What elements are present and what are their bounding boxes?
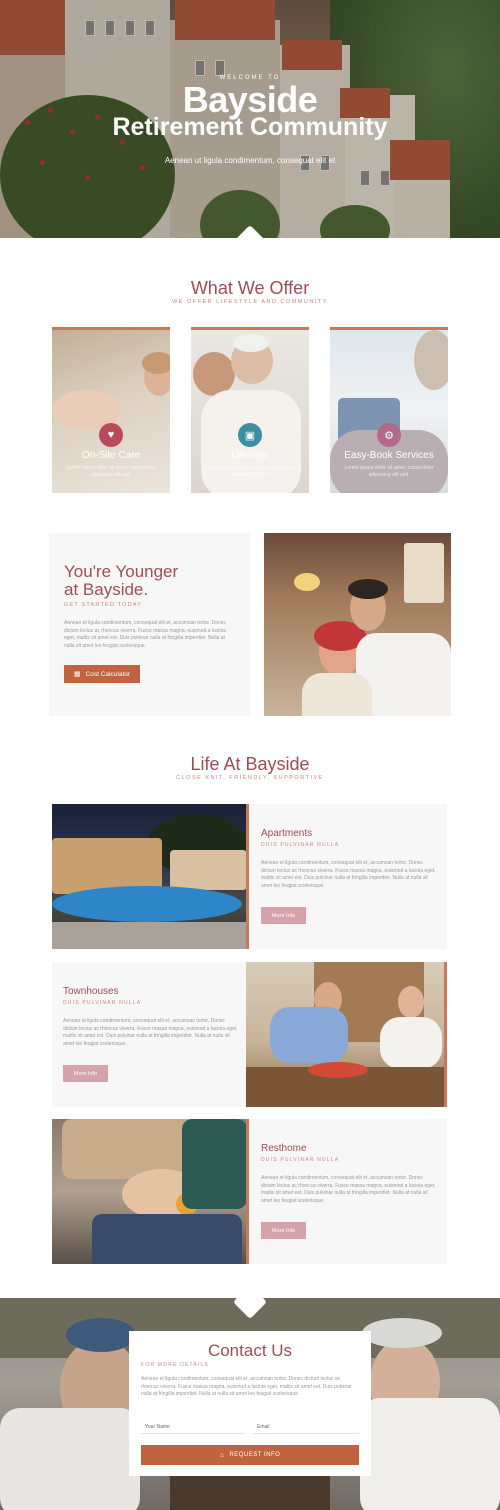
photo-jacket [182, 1119, 247, 1209]
apartments-title: Apartments [261, 828, 313, 839]
request-info-label: REQUEST INFO [229, 1452, 281, 1458]
photo-cap [66, 1318, 136, 1352]
card-label: Lifestyle [231, 450, 269, 461]
photo-chandelier [294, 573, 320, 591]
photo-deck [52, 922, 247, 949]
calculator-icon: ▦ [73, 671, 81, 678]
apartments-more-info-button[interactable]: More Info [261, 907, 306, 924]
offer-card-easy-book[interactable]: ⚙ Easy-Book Services Lorem ipsum dolor s… [330, 327, 448, 493]
younger-title-line2: at Bayside. [64, 580, 149, 599]
photo-woman-shirt [302, 673, 372, 716]
photo-man-shirt [270, 1007, 348, 1063]
townhouses-accent [444, 962, 447, 1107]
request-info-button[interactable]: ⌂ REQUEST INFO [141, 1445, 359, 1465]
younger-title-line1: You're Younger [64, 562, 179, 581]
photo-shirt-right [360, 1398, 500, 1510]
resthome-more-info-button[interactable]: More Info [261, 1222, 306, 1239]
photo-window [404, 543, 444, 603]
younger-photo [264, 533, 451, 716]
card-desc: Lorem ipsum dolor sit amet, consectetur … [205, 465, 295, 478]
photo-food [308, 1062, 368, 1078]
resthome-subtitle: DUIS PULVINAR NULLA [261, 1157, 340, 1163]
townhouses-photo [246, 962, 444, 1107]
townhouses-title: Townhouses [63, 986, 119, 997]
cost-calculator-label: Cost Calculator [85, 670, 131, 678]
photo-villa-right [170, 850, 247, 890]
photo-sweater [62, 1119, 202, 1179]
card-desc: Lorem ipsum dolor sit amet, consectetur … [66, 465, 156, 478]
photo-woman-shirt [380, 1017, 442, 1069]
apartments-body: Aenean et ligula condimentum, consequat … [261, 860, 436, 889]
contact-card: Contact Us FOR MORE DETAILS Aenean et li… [129, 1331, 371, 1476]
townhouses-body: Aenean et ligula condimentum, consequat … [63, 1018, 238, 1047]
hero-banner: WELCOME TO Bayside Retirement Community … [0, 0, 500, 238]
cost-calculator-button[interactable]: ▦ Cost Calculator [64, 665, 140, 683]
heartbeat-icon: ♥ [99, 423, 123, 447]
younger-body: Aenean et ligula condimentum, consequat … [64, 620, 227, 649]
photo-jeans [92, 1214, 242, 1264]
name-field-placeholder: Your Name [145, 1424, 170, 1430]
offer-subtitle: WE OFFER LIFESTYLE AND COMMUNITY [172, 299, 328, 305]
name-field[interactable]: Your Name [141, 1420, 245, 1434]
card-desc: Lorem ipsum dolor sit amet, consectetur … [344, 465, 434, 478]
photo-man-hair [348, 579, 388, 599]
life-title: Life At Bayside [190, 754, 310, 774]
photo-pool [52, 886, 242, 922]
contact-body: Aenean et ligula condimentum, consequat … [141, 1376, 352, 1397]
gear-icon: ⚙ [377, 423, 401, 447]
card-label: Easy-Book Services [344, 450, 434, 461]
younger-title: You're Younger at Bayside. [64, 563, 244, 599]
contact-subtitle: FOR MORE DETAILS [141, 1362, 210, 1368]
id-card-icon: ▣ [238, 423, 262, 447]
younger-subtitle: GET STARTED TODAY [64, 602, 143, 608]
life-subtitle: CLOSE KNIT, FRIENDLY, SUPPORTIVE [176, 775, 324, 781]
apartments-subtitle: DUIS PULVINAR NULLA [261, 842, 340, 848]
townhouses-subtitle: DUIS PULVINAR NULLA [63, 1000, 142, 1006]
card-label: On-Site Care [81, 450, 141, 461]
offer-card-onsite-care[interactable]: ♥ On-Site Care Lorem ipsum dolor sit ame… [52, 327, 170, 493]
hero-subtitle: Aenean ut ligula condimentum, consequat … [164, 156, 336, 165]
offer-title: What We Offer [190, 278, 310, 298]
apartments-photo [52, 804, 247, 949]
email-field[interactable]: Email [253, 1420, 359, 1434]
photo-chessboard [170, 1476, 330, 1510]
resthome-photo [52, 1119, 247, 1264]
contact-title: Contact Us [207, 1341, 293, 1360]
email-field-placeholder: Email [257, 1424, 270, 1430]
home-icon: ⌂ [219, 1451, 225, 1459]
townhouses-more-info-button[interactable]: More Info [63, 1065, 108, 1082]
hero-title-line2: Retirement Community [112, 113, 388, 141]
resthome-title: Resthome [261, 1143, 307, 1154]
resthome-body: Aenean et ligula condimentum, consequat … [261, 1175, 436, 1204]
offer-card-lifestyle[interactable]: ▣ Lifestyle Lorem ipsum dolor sit amet, … [191, 327, 309, 493]
photo-woman-face [398, 986, 424, 1018]
photo-hat-right [362, 1318, 442, 1348]
photo-shirt-left [0, 1408, 140, 1510]
